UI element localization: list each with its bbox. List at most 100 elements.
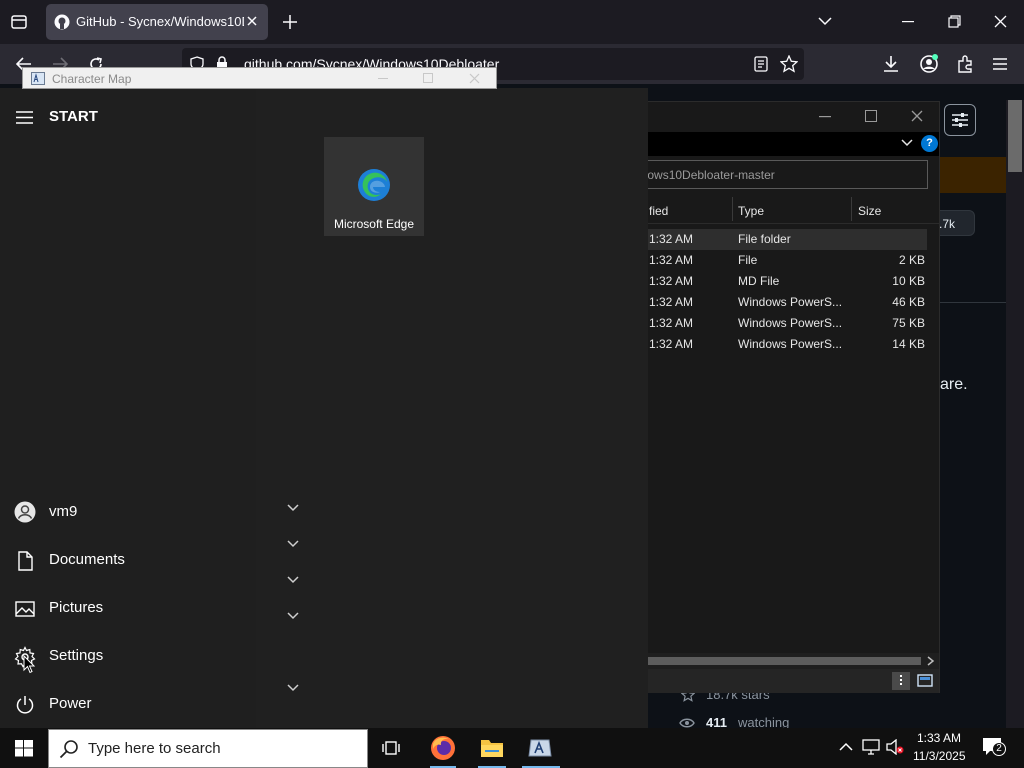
file-size: 14 KB	[892, 337, 925, 351]
network-icon[interactable]	[862, 739, 880, 755]
star-count: .7k	[939, 217, 956, 231]
browser-tab-github[interactable]: GitHub - Sycnex/Windows10De	[46, 4, 268, 40]
github-icon	[54, 14, 70, 30]
character-map-window[interactable]: Character Map	[22, 67, 497, 89]
scroll-right-icon[interactable]	[927, 656, 935, 666]
start-button[interactable]	[0, 728, 48, 768]
horizontal-scrollbar-thumb[interactable]	[601, 657, 921, 665]
explorer-maximize-icon[interactable]	[865, 110, 877, 122]
minimize-icon[interactable]	[902, 21, 914, 23]
list-tabs-chevron-icon[interactable]	[818, 16, 832, 26]
file-size: 2 KB	[898, 253, 925, 267]
file-modified: 1:32 AM	[649, 274, 694, 288]
page-scrollbar-track[interactable]	[1006, 100, 1024, 728]
page-scrollbar-thumb[interactable]	[1008, 100, 1022, 172]
document-icon	[14, 550, 36, 572]
file-type: Windows PowerS...	[738, 295, 843, 309]
file-explorer-icon[interactable]	[480, 737, 504, 759]
power-button[interactable]: Power	[0, 682, 256, 726]
settings-button[interactable]: Settings	[0, 634, 256, 678]
search-placeholder: Type here to search	[88, 740, 221, 757]
horizontal-scrollbar[interactable]	[601, 653, 939, 669]
file-explorer-window: ? ch Windows10Debloater-master fied Type…	[600, 101, 940, 693]
explorer-search-box[interactable]: ch Windows10Debloater-master	[601, 160, 928, 189]
explorer-close-icon[interactable]	[911, 110, 923, 122]
character-map-taskbar-icon[interactable]	[528, 738, 552, 758]
file-modified: 1:32 AM	[649, 337, 694, 351]
file-row[interactable]: 1:32 AM File 2 KB	[601, 250, 941, 271]
column-separator[interactable]	[732, 197, 733, 221]
column-header-modified[interactable]: fied	[649, 204, 668, 218]
explorer-address-bar[interactable]: ?	[601, 132, 939, 156]
tile-microsoft-edge[interactable]: Microsoft Edge	[324, 137, 424, 236]
file-row[interactable]: 1:32 AM File folder	[601, 229, 927, 250]
pictures-label: Pictures	[49, 599, 104, 616]
reader-view-icon[interactable]	[754, 56, 768, 72]
filter-settings-button[interactable]	[944, 104, 976, 136]
file-size: 75 KB	[892, 316, 925, 330]
tab-title: GitHub - Sycnex/Windows10De	[76, 14, 244, 29]
pictures-button[interactable]: Pictures	[0, 586, 256, 630]
charmap-minimize-icon[interactable]	[378, 78, 388, 80]
documents-button[interactable]: Documents	[0, 538, 256, 582]
tiles-view-icon[interactable]	[916, 672, 934, 690]
tab-overview-icon[interactable]	[10, 13, 28, 31]
file-row[interactable]: 1:32 AM Windows PowerS... 46 KB	[601, 292, 941, 313]
task-view-icon[interactable]	[382, 738, 402, 758]
mouse-cursor-icon	[23, 655, 35, 674]
sliders-icon	[951, 112, 969, 128]
group-chevron-icon[interactable]	[287, 684, 303, 696]
restore-icon[interactable]	[948, 15, 961, 28]
column-header-type[interactable]: Type	[738, 204, 764, 218]
volume-muted-icon[interactable]	[886, 739, 904, 755]
charmap-icon	[31, 72, 45, 85]
search-icon	[59, 739, 79, 759]
user-account-button[interactable]: vm9	[0, 490, 256, 534]
file-size: 10 KB	[892, 274, 925, 288]
file-modified: 1:32 AM	[649, 232, 694, 246]
file-type: MD File	[738, 274, 780, 288]
start-header: START	[49, 108, 98, 125]
group-chevron-icon[interactable]	[287, 576, 303, 588]
notification-count: 2	[992, 742, 1006, 756]
account-icon[interactable]	[919, 54, 939, 74]
close-window-icon[interactable]	[994, 15, 1007, 28]
notice-banner	[940, 157, 1006, 193]
explorer-minimize-icon[interactable]	[819, 116, 831, 118]
column-header-size[interactable]: Size	[858, 204, 881, 218]
new-tab-icon[interactable]	[282, 14, 298, 30]
file-row[interactable]: 1:32 AM MD File 10 KB	[601, 271, 941, 292]
file-row[interactable]: 1:32 AM Windows PowerS... 14 KB	[601, 334, 941, 355]
group-chevron-icon[interactable]	[287, 540, 303, 552]
firefox-icon[interactable]	[430, 735, 456, 761]
show-hidden-icons-chevron[interactable]	[839, 742, 853, 751]
hamburger-icon[interactable]	[16, 111, 33, 124]
file-type: File folder	[738, 232, 791, 246]
extensions-icon[interactable]	[956, 55, 974, 73]
clock-date[interactable]: 11/3/2025	[913, 749, 966, 763]
details-view-icon[interactable]	[892, 672, 910, 690]
taskbar-search-box[interactable]: Type here to search	[48, 729, 368, 768]
help-icon[interactable]: ?	[921, 135, 938, 152]
hamburger-menu-icon[interactable]	[992, 57, 1008, 71]
file-row[interactable]: 1:32 AM Windows PowerS... 75 KB	[601, 313, 941, 334]
file-type: File	[738, 253, 758, 267]
clock-time[interactable]: 1:33 AM	[917, 731, 961, 745]
address-chevron-icon[interactable]	[901, 139, 913, 147]
charmap-maximize-icon[interactable]	[423, 73, 433, 83]
bookmark-star-icon[interactable]	[780, 55, 798, 73]
notifications-icon[interactable]: 2	[982, 737, 1006, 757]
explorer-status-bar	[601, 669, 939, 693]
file-type: Windows PowerS...	[738, 316, 843, 330]
file-modified: 1:32 AM	[649, 295, 694, 309]
charmap-close-icon[interactable]	[469, 73, 480, 84]
file-type: Windows PowerS...	[738, 337, 843, 351]
file-modified: 1:32 AM	[649, 316, 694, 330]
start-menu-left-pane: START vm9 Documents Pictures Settings Po…	[0, 88, 256, 728]
column-separator[interactable]	[851, 197, 852, 221]
group-chevron-icon[interactable]	[287, 612, 303, 624]
downloads-icon[interactable]	[883, 55, 899, 73]
group-chevron-icon[interactable]	[287, 504, 303, 516]
windows-logo-icon	[15, 740, 33, 757]
tab-close-icon[interactable]	[246, 15, 258, 27]
